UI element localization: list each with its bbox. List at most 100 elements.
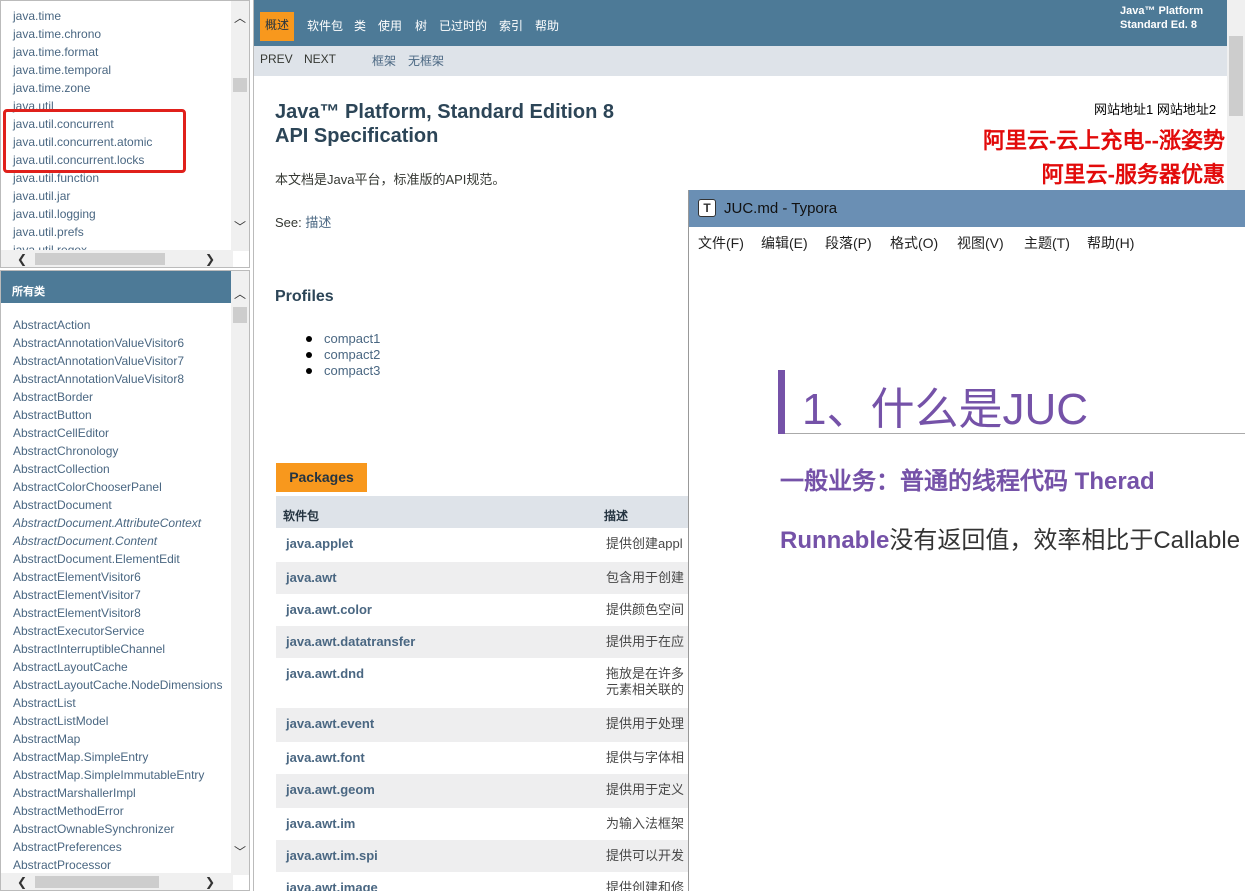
package-link[interactable]: java.time.temporal	[13, 61, 228, 79]
package-name-link[interactable]: java.awt.font	[286, 750, 365, 765]
class-link[interactable]: AbstractAction	[13, 316, 231, 334]
class-link[interactable]: AbstractExecutorService	[13, 622, 231, 640]
promo-link-1[interactable]: 阿里云-云上充电--涨姿势	[983, 123, 1225, 155]
see-description-link[interactable]: 描述	[305, 215, 331, 230]
package-link[interactable]: java.util.jar	[13, 187, 228, 205]
package-link[interactable]: java.util.prefs	[13, 223, 228, 241]
class-link[interactable]: AbstractChronology	[13, 442, 231, 460]
no-frames-link[interactable]: 无框架	[408, 52, 444, 69]
scroll-up-icon[interactable]: ︿	[231, 9, 249, 27]
menu-format[interactable]: 格式(O)	[890, 233, 938, 253]
class-link[interactable]: AbstractProcessor	[13, 856, 231, 874]
class-link[interactable]: AbstractElementVisitor6	[13, 568, 231, 586]
class-link[interactable]: AbstractMap.SimpleEntry	[13, 748, 231, 766]
class-link[interactable]: AbstractCellEditor	[13, 424, 231, 442]
scroll-left-icon[interactable]: ❮	[13, 873, 31, 890]
scroll-down-icon[interactable]: ﹀	[231, 218, 249, 236]
menu-view[interactable]: 视图(V)	[957, 233, 1004, 253]
class-hscrollbar[interactable]: ❮ ❯	[1, 873, 233, 890]
menu-help[interactable]: 帮助(H)	[1087, 233, 1134, 253]
class-vscrollbar[interactable]: ︿ ﹀	[231, 271, 249, 875]
scroll-thumb[interactable]	[35, 253, 165, 265]
class-link[interactable]: AbstractMap.SimpleImmutableEntry	[13, 766, 231, 784]
class-link[interactable]: AbstractAnnotationValueVisitor8	[13, 370, 231, 388]
menu-file[interactable]: 文件(F)	[698, 233, 744, 253]
frames-link[interactable]: 框架	[372, 52, 396, 69]
class-link[interactable]: AbstractInterruptibleChannel	[13, 640, 231, 658]
menu-theme[interactable]: 主题(T)	[1024, 233, 1070, 253]
page-title: Java™ Platform, Standard Edition 8 API S…	[275, 100, 614, 148]
profile-link[interactable]: compact1	[304, 331, 380, 347]
nav-packages-link[interactable]: 软件包	[307, 17, 343, 34]
package-name-link[interactable]: java.awt.image	[286, 880, 378, 891]
package-vscrollbar[interactable]: ︿ ﹀	[231, 1, 249, 251]
description-line: 提供可以开发	[606, 848, 685, 863]
scroll-right-icon[interactable]: ❯	[201, 873, 219, 890]
package-name-link[interactable]: java.awt.color	[286, 602, 372, 617]
package-name-link[interactable]: java.applet	[286, 536, 353, 551]
class-link[interactable]: AbstractButton	[13, 406, 231, 424]
nav-deprecated-link[interactable]: 已过时的	[439, 17, 487, 34]
class-link[interactable]: AbstractElementVisitor8	[13, 604, 231, 622]
doc-heading-2[interactable]: 一般业务：普通的线程代码 Therad	[780, 461, 1155, 496]
doc-heading-1[interactable]: 1、什么是JUC	[802, 373, 1088, 437]
class-link[interactable]: AbstractDocument.AttributeContext	[13, 514, 231, 532]
scroll-left-icon[interactable]: ❮	[13, 250, 31, 267]
class-link[interactable]: AbstractColorChooserPanel	[13, 478, 231, 496]
scroll-right-icon[interactable]: ❯	[201, 250, 219, 267]
menu-edit[interactable]: 编辑(E)	[761, 233, 808, 253]
scroll-thumb[interactable]	[1229, 36, 1243, 116]
package-link[interactable]: java.time	[13, 7, 228, 25]
package-link[interactable]: java.time.chrono	[13, 25, 228, 43]
class-link[interactable]: AbstractBorder	[13, 388, 231, 406]
scroll-thumb[interactable]	[35, 876, 159, 888]
class-link[interactable]: AbstractListModel	[13, 712, 231, 730]
doc-paragraph[interactable]: Runnable没有返回值，效率相比于Callable	[780, 520, 1240, 555]
class-link[interactable]: AbstractMarshallerImpl	[13, 784, 231, 802]
class-link[interactable]: AbstractAnnotationValueVisitor7	[13, 352, 231, 370]
promo-link-2[interactable]: 阿里云-服务器优惠	[1042, 157, 1225, 189]
class-link[interactable]: AbstractCollection	[13, 460, 231, 478]
class-link[interactable]: AbstractLayoutCache.NodeDimensions	[13, 676, 231, 694]
package-name-link[interactable]: java.awt.im	[286, 816, 355, 831]
typora-title-bar[interactable]: T JUC.md - Typora	[689, 190, 1245, 227]
package-name-link[interactable]: java.awt	[286, 570, 337, 585]
class-link[interactable]: AbstractMap	[13, 730, 231, 748]
package-description: 提供创建appl	[606, 536, 683, 552]
package-hscrollbar[interactable]: ❮ ❯	[1, 250, 233, 267]
class-link[interactable]: AbstractLayoutCache	[13, 658, 231, 676]
class-link[interactable]: AbstractAnnotationValueVisitor6	[13, 334, 231, 352]
nav-help-link[interactable]: 帮助	[535, 17, 559, 34]
package-name-link[interactable]: java.awt.datatransfer	[286, 634, 415, 649]
class-link[interactable]: AbstractPreferences	[13, 838, 231, 856]
package-name-link[interactable]: java.awt.geom	[286, 782, 375, 797]
scroll-thumb[interactable]	[233, 307, 247, 323]
package-name-link[interactable]: java.awt.event	[286, 716, 374, 731]
menu-paragraph[interactable]: 段落(P)	[825, 233, 872, 253]
class-link[interactable]: AbstractDocument.Content	[13, 532, 231, 550]
nav-use-link[interactable]: 使用	[378, 17, 402, 34]
package-name-link[interactable]: java.awt.dnd	[286, 666, 364, 681]
profile-link[interactable]: compact3	[304, 363, 380, 379]
class-link[interactable]: AbstractMethodError	[13, 802, 231, 820]
package-link[interactable]: java.time.format	[13, 43, 228, 61]
nav-class-link[interactable]: 类	[354, 17, 366, 34]
class-link[interactable]: AbstractOwnableSynchronizer	[13, 820, 231, 838]
site-links[interactable]: 网站地址1 网站地址2	[1094, 99, 1216, 118]
package-link[interactable]: java.time.zone	[13, 79, 228, 97]
package-link[interactable]: java.util.logging	[13, 205, 228, 223]
scroll-up-icon[interactable]: ︿	[231, 285, 249, 303]
nav-tree-link[interactable]: 树	[415, 17, 427, 34]
class-link[interactable]: AbstractElementVisitor7	[13, 586, 231, 604]
nav-index-link[interactable]: 索引	[499, 17, 523, 34]
nav-overview-tab[interactable]: 概述	[260, 12, 294, 41]
class-link[interactable]: AbstractDocument.ElementEdit	[13, 550, 231, 568]
scroll-down-icon[interactable]: ﹀	[231, 843, 249, 861]
class-link[interactable]: AbstractDocument	[13, 496, 231, 514]
profile-link[interactable]: compact2	[304, 347, 380, 363]
table-row: java.awt 包含用于创建	[276, 562, 696, 594]
col-package: 软件包	[283, 509, 320, 523]
package-name-link[interactable]: java.awt.im.spi	[286, 848, 378, 863]
scroll-thumb[interactable]	[233, 78, 247, 92]
class-link[interactable]: AbstractList	[13, 694, 231, 712]
